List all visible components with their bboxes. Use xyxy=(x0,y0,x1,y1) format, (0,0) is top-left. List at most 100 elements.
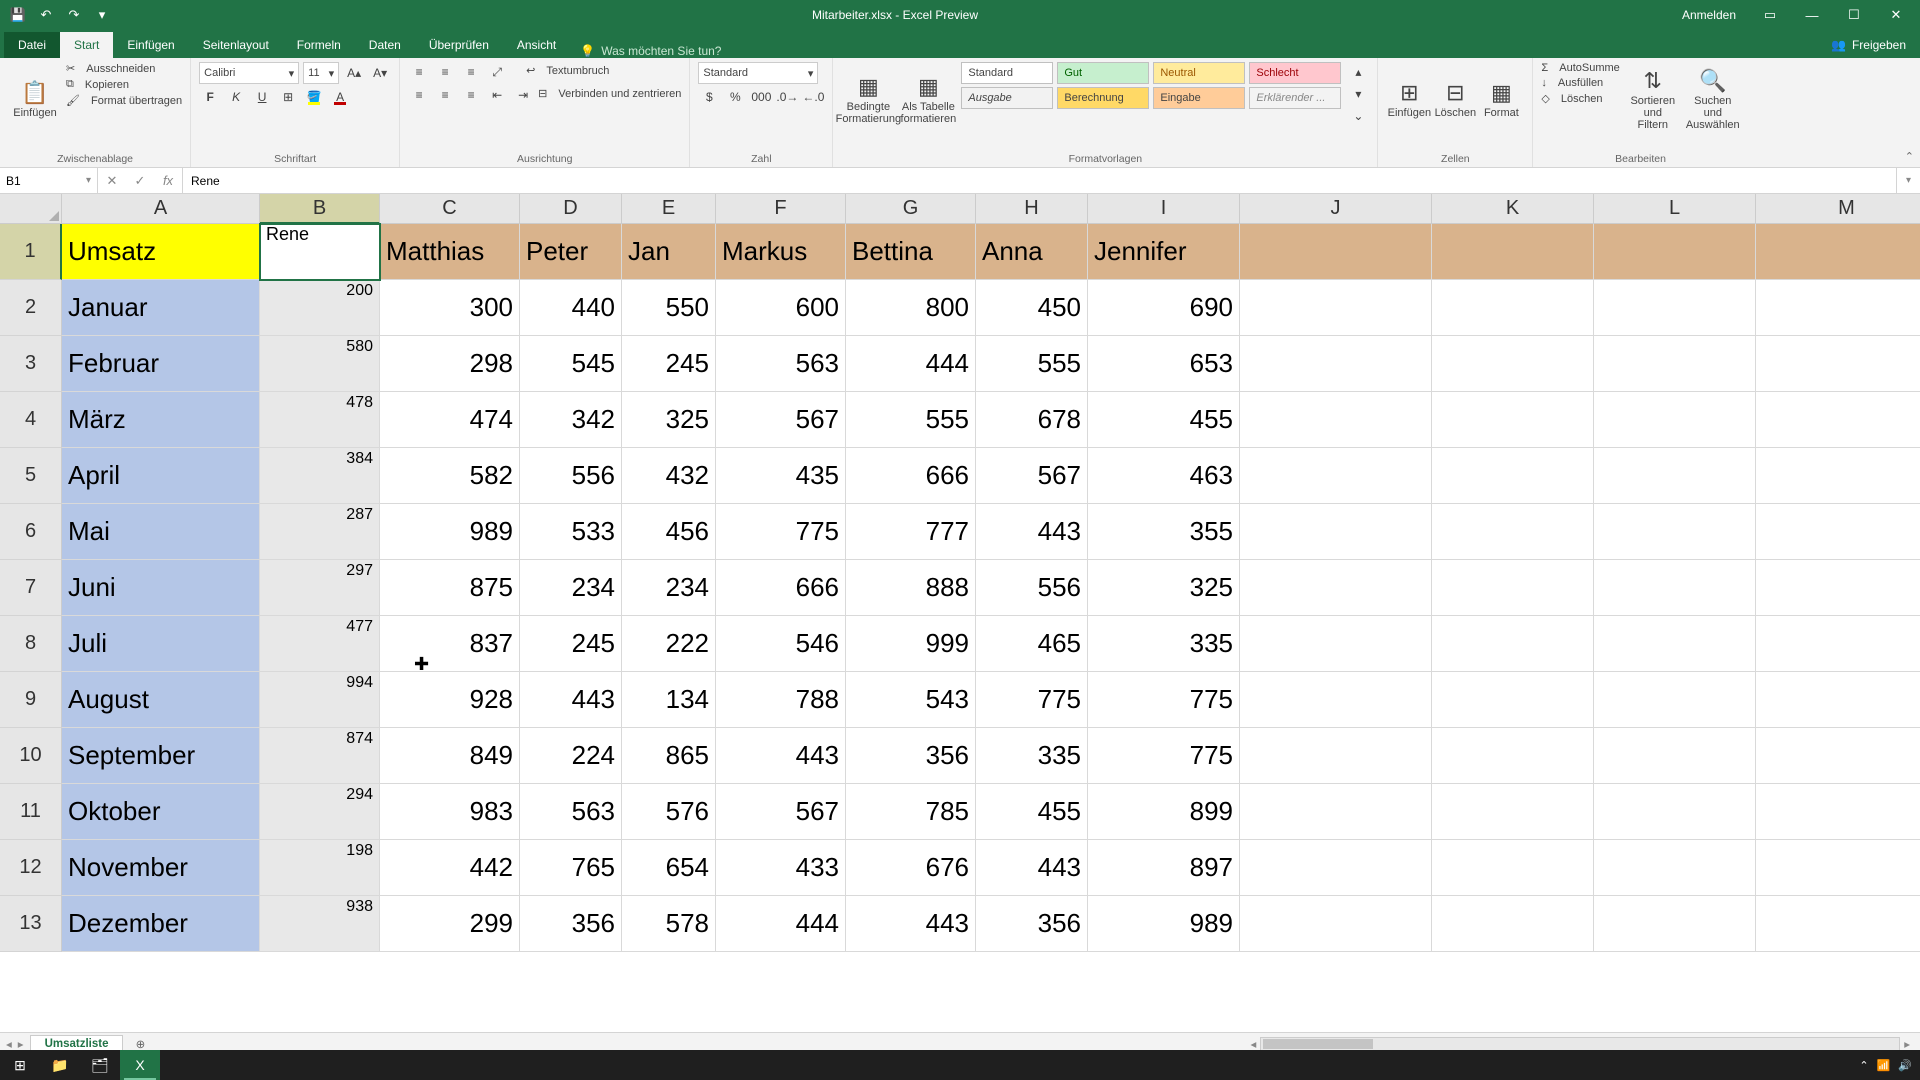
tray-up-icon[interactable]: ⌃ xyxy=(1859,1059,1868,1072)
bold-button[interactable]: F xyxy=(199,87,221,107)
cell[interactable]: 443 xyxy=(976,840,1088,896)
cell[interactable]: 442 xyxy=(380,840,520,896)
cell[interactable]: 928 xyxy=(380,672,520,728)
cell[interactable]: Jennifer xyxy=(1088,224,1240,280)
cell[interactable]: 455 xyxy=(1088,392,1240,448)
orientation-button[interactable]: ⤢ xyxy=(486,62,508,82)
cell[interactable] xyxy=(1756,224,1920,280)
cell[interactable]: 775 xyxy=(716,504,846,560)
insert-cells-button[interactable]: ⊞Einfügen xyxy=(1386,62,1432,138)
cell[interactable]: 440 xyxy=(520,280,622,336)
cell[interactable] xyxy=(1756,840,1920,896)
cell[interactable] xyxy=(1594,392,1756,448)
cell[interactable]: Matthias xyxy=(380,224,520,280)
cell[interactable]: 432 xyxy=(622,448,716,504)
cell[interactable] xyxy=(1432,448,1594,504)
cell[interactable]: 788 xyxy=(716,672,846,728)
cell[interactable]: 356 xyxy=(976,896,1088,952)
cell[interactable] xyxy=(1594,280,1756,336)
row-header[interactable]: 3 xyxy=(0,336,62,392)
cell[interactable]: 582 xyxy=(380,448,520,504)
cell[interactable]: Rene xyxy=(260,224,380,280)
align-middle-button[interactable]: ≡ xyxy=(434,62,456,82)
cell[interactable] xyxy=(1594,448,1756,504)
column-header[interactable]: E xyxy=(622,194,716,224)
cell[interactable]: 678 xyxy=(976,392,1088,448)
cell[interactable]: 888 xyxy=(846,560,976,616)
cell[interactable]: 865 xyxy=(622,728,716,784)
cell[interactable]: 463 xyxy=(1088,448,1240,504)
expand-formula-bar[interactable]: ▾ xyxy=(1896,168,1920,193)
column-header[interactable]: G xyxy=(846,194,976,224)
cell[interactable] xyxy=(1240,560,1432,616)
cell[interactable]: September xyxy=(62,728,260,784)
row-header[interactable]: 11 xyxy=(0,784,62,840)
cell[interactable]: 325 xyxy=(622,392,716,448)
cell[interactable]: 443 xyxy=(716,728,846,784)
percent-button[interactable]: % xyxy=(724,87,746,107)
cell[interactable]: 455 xyxy=(976,784,1088,840)
select-all-button[interactable] xyxy=(0,194,62,224)
cell[interactable] xyxy=(1240,728,1432,784)
autosum-button[interactable]: Σ AutoSumme xyxy=(1541,62,1619,74)
format-as-table-button[interactable]: ▦Als Tabelle formatieren xyxy=(901,62,955,138)
cell[interactable] xyxy=(1432,784,1594,840)
cell[interactable] xyxy=(1594,728,1756,784)
cell[interactable] xyxy=(1594,896,1756,952)
align-right-button[interactable]: ≡ xyxy=(460,85,482,105)
row-header[interactable]: 4 xyxy=(0,392,62,448)
cell[interactable]: Bettina xyxy=(846,224,976,280)
cell[interactable] xyxy=(1240,504,1432,560)
row-header[interactable]: 1 xyxy=(0,224,62,280)
save-button[interactable]: 💾 xyxy=(6,4,30,26)
cell[interactable]: 666 xyxy=(716,560,846,616)
style-erklaerend[interactable]: Erklärender ... xyxy=(1249,87,1341,109)
cell[interactable]: 556 xyxy=(976,560,1088,616)
cell[interactable]: 989 xyxy=(1088,896,1240,952)
merge-center-button[interactable]: ⊟ Verbinden und zentrieren xyxy=(538,87,681,100)
cell[interactable]: 578 xyxy=(622,896,716,952)
cell[interactable]: 775 xyxy=(1088,728,1240,784)
find-select-button[interactable]: 🔍Suchen und Auswählen xyxy=(1686,62,1740,138)
cell[interactable]: 580 xyxy=(260,336,380,392)
cell[interactable]: 443 xyxy=(520,672,622,728)
tab-insert[interactable]: Einfügen xyxy=(113,32,188,58)
cell[interactable]: 837 xyxy=(380,616,520,672)
cell[interactable]: 775 xyxy=(1088,672,1240,728)
increase-decimal-button[interactable]: .0→ xyxy=(776,87,798,107)
cell[interactable]: 297 xyxy=(260,560,380,616)
row-header[interactable]: 2 xyxy=(0,280,62,336)
copy-button[interactable]: ⧉ Kopieren xyxy=(66,78,182,91)
cell[interactable]: 849 xyxy=(380,728,520,784)
cell[interactable] xyxy=(1594,560,1756,616)
cut-button[interactable]: ✂ Ausschneiden xyxy=(66,62,182,75)
cell[interactable]: 355 xyxy=(1088,504,1240,560)
cell[interactable] xyxy=(1432,672,1594,728)
cell[interactable]: 443 xyxy=(846,896,976,952)
cell[interactable] xyxy=(1240,392,1432,448)
undo-button[interactable]: ↶ xyxy=(34,4,58,26)
tray-volume-icon[interactable]: 🔊 xyxy=(1898,1059,1912,1072)
column-header[interactable]: I xyxy=(1088,194,1240,224)
cell[interactable] xyxy=(1594,504,1756,560)
style-berechnung[interactable]: Berechnung xyxy=(1057,87,1149,109)
taskbar-folder[interactable]: 🗂 xyxy=(80,1050,120,1080)
cell[interactable]: Anna xyxy=(976,224,1088,280)
close-button[interactable]: ✕ xyxy=(1876,1,1916,29)
cell[interactable] xyxy=(1432,392,1594,448)
cell[interactable] xyxy=(1432,840,1594,896)
font-size-select[interactable]: 11▾ xyxy=(303,62,339,84)
cell[interactable] xyxy=(1240,224,1432,280)
align-center-button[interactable]: ≡ xyxy=(434,85,456,105)
style-eingabe[interactable]: Eingabe xyxy=(1153,87,1245,109)
redo-button[interactable]: ↷ xyxy=(62,4,86,26)
tray-network-icon[interactable]: 📶 xyxy=(1877,1059,1891,1072)
cell[interactable] xyxy=(1240,280,1432,336)
tab-data[interactable]: Daten xyxy=(355,32,415,58)
cell[interactable]: 335 xyxy=(976,728,1088,784)
enter-formula-button[interactable]: ✓ xyxy=(126,173,154,189)
cell[interactable] xyxy=(1432,280,1594,336)
decrease-font-button[interactable]: A▾ xyxy=(369,63,391,83)
cell[interactable]: 938 xyxy=(260,896,380,952)
cell[interactable]: 335 xyxy=(1088,616,1240,672)
